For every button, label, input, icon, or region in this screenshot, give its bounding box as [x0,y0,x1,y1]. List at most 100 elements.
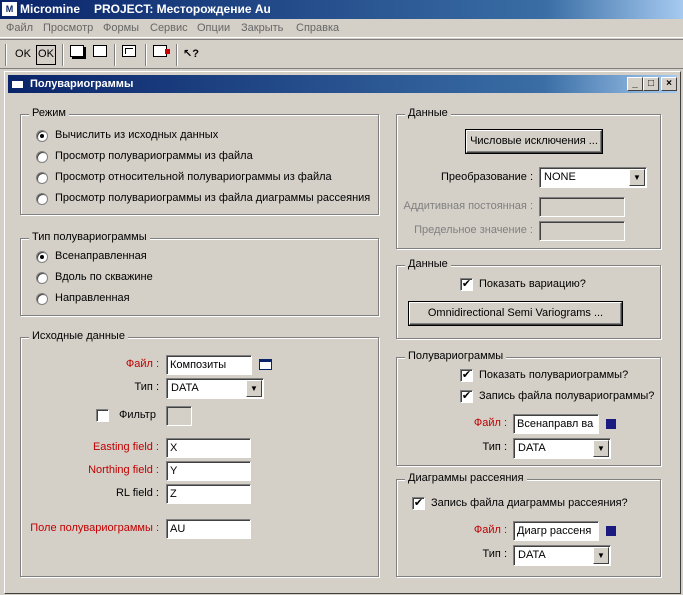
rl-field[interactable]: Z [166,484,251,504]
variogram-type-select[interactable]: DATA ▼ [513,438,611,459]
filter-checkbox[interactable] [96,409,109,422]
variogram-type-label: Тип : [482,441,507,453]
micromine-logo-icon: M [2,2,17,16]
scatter-file-label: Файл : [473,524,507,536]
menu-tools[interactable]: Сервис [150,22,188,34]
mode-radio-compute[interactable] [36,130,48,142]
ok-button[interactable]: OK [14,45,32,65]
write-scatter-file-checkbox[interactable]: ✔ [412,497,425,510]
limit-value-label: Предельное значение : [414,224,533,236]
easting-field[interactable]: X [166,438,251,458]
input-data-legend: Исходные данные [29,330,128,342]
variogram-file-label: Файл : [473,417,507,429]
app-titlebar: M Micromine PROJECT: Месторождение Au [0,0,683,19]
type-radio-directional[interactable] [36,293,48,305]
type-label-downhole: Вдоль по скважине [55,271,153,283]
ok-default-button[interactable]: OK [36,45,56,65]
help-pointer-icon: ↖? [183,48,199,60]
write-scatter-file-label: Запись файла диаграммы рассеяния? [431,497,628,509]
write-variogram-file-checkbox[interactable]: ✔ [460,390,473,403]
transform-select[interactable]: NONE ▼ [539,167,647,188]
rl-label: RL field : [115,487,159,499]
copy-form-button[interactable] [69,45,85,65]
variogram-field-label: Поле полувариограммы : [30,522,159,534]
additive-constant-label: Аддитивная постоянная : [403,200,533,212]
mode-legend: Режим [29,107,69,119]
scatter-file-browse-icon[interactable] [606,526,616,536]
variograms-legend: Полувариограммы [405,350,507,362]
transform-value: NONE [544,171,576,183]
save-form-icon [93,45,107,57]
copy-icon [70,45,84,57]
additive-constant-field [539,197,625,217]
mode-label-compute: Вычислить из исходных данных [55,129,219,141]
scatter-file-field[interactable]: Диагр рассеня [513,521,599,541]
table-icon [122,45,136,57]
toolbar: OK OK ↖? [0,39,683,69]
project-name: PROJECT: Месторождение Au [94,2,271,16]
filter-field[interactable] [166,406,192,426]
show-variance-checkbox[interactable]: ✔ [460,278,473,291]
variogram-type-legend: Тип полувариограммы [29,231,150,243]
toolbar-separator [62,44,64,66]
help-pointer-button[interactable]: ↖? [183,45,199,65]
form-list-button[interactable] [121,45,137,65]
northing-label: Northing field : [88,464,159,476]
scatter-type-select[interactable]: DATA ▼ [513,545,611,566]
type-radio-omni[interactable] [36,251,48,263]
variogram-file-field[interactable]: Всенаправл ва [513,414,599,434]
input-type-label: Тип : [134,381,159,393]
input-file-browse-icon[interactable] [259,359,272,370]
variogram-file-browse-icon[interactable] [606,419,616,429]
mode-label-view-scatter: Просмотр полувариограммы из файла диагра… [55,192,371,204]
write-variogram-file-label: Запись файла полувариограммы? [479,390,655,402]
mode-group: Режим Вычислить из исходных данных Просм… [20,107,379,215]
data2-group: Данные ✔ Показать вариацию? Omnidirectio… [396,258,661,339]
close-button[interactable]: × [661,77,677,91]
input-file-field[interactable]: Композиты [166,355,252,375]
input-type-value: DATA [171,382,199,394]
input-data-group: Исходные данные Файл : Композиты Тип : D… [20,330,379,577]
input-type-select[interactable]: DATA ▼ [166,378,264,399]
menu-close[interactable]: Закрыть [241,22,283,34]
numeric-exclusions-button[interactable]: Числовые исключения ... [465,129,603,154]
type-radio-downhole[interactable] [36,272,48,284]
chevron-down-icon: ▼ [593,440,609,457]
mode-radio-view-relative[interactable] [36,172,48,184]
menu-view[interactable]: Просмотр [43,22,93,34]
toolbar-separator [176,44,178,66]
maximize-button[interactable]: □ [643,77,659,91]
variograms-group: Полувариограммы ✔ Показать полувариограм… [396,350,661,466]
variogram-field[interactable]: AU [166,519,251,539]
mode-label-view-relative: Просмотр относительной полувариограммы и… [55,171,332,183]
limit-value-field [539,221,625,241]
data-group: Данные Числовые исключения ... Преобразо… [396,107,661,249]
menu-file[interactable]: Файл [6,22,33,34]
input-file-label: Файл : [125,358,159,370]
mode-radio-view-scatter[interactable] [36,193,48,205]
save-form-button[interactable] [92,45,108,65]
toolbar-separator [145,44,147,66]
show-variograms-checkbox[interactable]: ✔ [460,369,473,382]
menu-options[interactable]: Опции [197,22,230,34]
type-label-directional: Направленная [55,292,130,304]
app-name: Micromine [20,2,81,16]
window-title: Полувариограммы [30,78,134,90]
menu-forms[interactable]: Формы [103,22,139,34]
chevron-down-icon: ▼ [629,169,645,186]
easting-label: Easting field : [92,441,159,453]
northing-field[interactable]: Y [166,461,251,481]
data-legend: Данные [405,107,451,119]
minimize-button[interactable]: _ [627,77,643,91]
window-titlebar: Полувариограммы _ □ × [8,75,677,93]
semivariogram-window: Полувариограммы _ □ × Режим Вычислить из… [4,71,681,594]
exit-button[interactable] [152,45,170,65]
mode-radio-view-file[interactable] [36,151,48,163]
scatter-legend: Диаграммы рассеяния [405,472,527,484]
omni-variograms-button[interactable]: Omnidirectional Semi Variograms ... [408,301,623,326]
type-label-omni: Всенаправленная [55,250,147,262]
variogram-type-group: Тип полувариограммы Всенаправленная Вдол… [20,231,379,316]
mode-label-view-file: Просмотр полувариограммы из файла [55,150,253,162]
menu-help[interactable]: Справка [296,22,339,34]
toolbar-separator [5,44,7,66]
